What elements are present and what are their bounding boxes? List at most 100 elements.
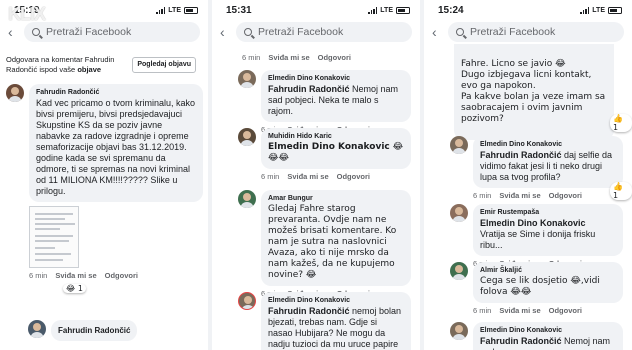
comment-bubble: Fahrudin Radončić xyxy=(51,320,138,341)
like-link[interactable]: Sviđa mi se xyxy=(268,53,309,62)
network-label: LTE xyxy=(380,6,393,14)
avatar[interactable] xyxy=(450,204,468,222)
search-input[interactable]: Pretraži Facebook xyxy=(24,22,200,42)
comment-author[interactable]: Emir Rustempaša xyxy=(480,208,616,218)
comment-author[interactable]: Fahrudin Radončić xyxy=(58,326,130,336)
comment: Amar Bungur Gledaj Fahre starog prevaran… xyxy=(238,190,411,298)
signal-icon xyxy=(368,6,378,14)
comment-author[interactable]: Muhidin Hido Karic xyxy=(268,132,404,142)
comment: Elmedin Dino Konakovic Fahrudin Radončić… xyxy=(450,322,623,350)
avatar[interactable] xyxy=(238,128,256,146)
back-arrow-icon[interactable]: ‹ xyxy=(8,24,18,40)
comment-bubble: Elmedin Dino Konakovic Fahrudin Radončić… xyxy=(473,322,623,350)
comment-bubble: Elmedin Dino Konakovic Fahrudin Radončić… xyxy=(261,70,411,122)
comment-text: Gledaj Fahre starog prevaranta. Ovdje na… xyxy=(268,204,397,280)
comment: Muhidin Hido Karic Elmedin Dino Konakovi… xyxy=(238,128,411,181)
comment-text: Fahre. Licno se javio 😂 Dugo izbjegava l… xyxy=(461,58,606,124)
avatar[interactable] xyxy=(238,292,256,310)
status-time: 15:31 xyxy=(226,4,252,16)
comment: Elmedin Dino Konakovic Fahrudin Radončić… xyxy=(450,136,623,200)
search-input[interactable]: Pretraži Facebook xyxy=(236,22,412,42)
like-link[interactable]: Sviđa mi se xyxy=(499,191,540,200)
attached-document-image[interactable] xyxy=(29,206,79,268)
battery-icon xyxy=(184,6,198,14)
watermark-logo: KLIX xyxy=(8,4,46,24)
comment-actions: 6 min Sviđa mi se Odgovori xyxy=(29,271,203,280)
reply-link[interactable]: Odgovori xyxy=(318,53,351,62)
avatar[interactable] xyxy=(28,320,46,338)
comment: Elmedin Dino Konakovic Fahrudin Radončić… xyxy=(238,70,411,134)
comment: Elmedin Dino Konakovic Fahrudin Radončić… xyxy=(238,292,411,350)
search-icon xyxy=(244,28,252,36)
phone-screen-1: 15:19 LTE ‹ Pretraži Facebook KLIX Odgov… xyxy=(0,0,208,350)
comment-time: 6 min xyxy=(242,53,261,62)
comment-author[interactable]: Elmedin Dino Konakovic xyxy=(268,296,404,306)
signal-icon xyxy=(156,6,166,14)
mention[interactable]: Elmedin Dino Konakovic xyxy=(268,142,390,152)
reaction-count[interactable]: 👍 1 xyxy=(610,114,632,132)
signal-icon xyxy=(580,6,590,14)
avatar[interactable] xyxy=(450,136,468,154)
mention[interactable]: Elmedin Dino Konakovic xyxy=(480,218,586,228)
comment-time: 6 min xyxy=(473,191,492,200)
battery-icon xyxy=(608,6,622,14)
comment-bubble: Amar Bungur Gledaj Fahre starog prevaran… xyxy=(261,190,411,286)
status-bar: 15:24 LTE xyxy=(424,0,632,20)
avatar[interactable] xyxy=(238,70,256,88)
search-input[interactable]: Pretraži Facebook xyxy=(448,22,624,42)
mention[interactable]: Fahrudin Radončić xyxy=(268,306,350,316)
avatar[interactable] xyxy=(450,322,468,340)
comment: Almir Škaljić Cega se lik dosjetio 😂,vid… xyxy=(450,262,623,315)
view-post-button[interactable]: Pogledaj objavu xyxy=(132,57,196,73)
mention[interactable]: Fahrudin Radončić xyxy=(480,336,562,346)
comment-actions: 6 min Sviđa mi se Odgovori xyxy=(473,191,623,200)
reaction-count[interactable]: 😂 1 xyxy=(63,284,86,293)
avatar[interactable] xyxy=(6,84,24,102)
reply-context-bar: Odgovara na komentar Fahrudin Radončić i… xyxy=(6,55,204,75)
reply-link[interactable]: Odgovori xyxy=(549,191,582,200)
comment-author[interactable]: Almir Škaljić xyxy=(480,266,616,276)
comment-actions: 6 min Sviđa mi se Odgovori xyxy=(242,53,351,62)
comment-time: 6 min xyxy=(261,172,280,181)
network-label: LTE xyxy=(592,6,605,14)
avatar[interactable] xyxy=(238,190,256,208)
back-arrow-icon[interactable]: ‹ xyxy=(432,24,442,40)
comment-bubble: Fahre. Licno se javio 😂 Dugo izbjegava l… xyxy=(454,44,614,140)
mention[interactable]: Fahrudin Radončić xyxy=(480,150,562,160)
reply-link[interactable]: Odgovori xyxy=(337,172,370,181)
reaction-count[interactable]: 👍 1 xyxy=(610,182,632,200)
comment-time: 6 min xyxy=(473,306,492,315)
comment-author[interactable]: Amar Bungur xyxy=(268,194,404,204)
network-label: LTE xyxy=(168,6,181,14)
reply-info-bold: objave xyxy=(77,65,102,74)
comment-author[interactable]: Elmedin Dino Konakovic xyxy=(480,326,616,336)
comment: Fahrudin Radončić Kad vec pricamo o tvom… xyxy=(6,84,206,280)
search-icon xyxy=(32,28,40,36)
back-arrow-icon[interactable]: ‹ xyxy=(220,24,230,40)
reply-link[interactable]: Odgovori xyxy=(105,271,138,280)
phone-screen-2: 15:31 LTE ‹ Pretraži Facebook 6 min Sviđ… xyxy=(212,0,420,350)
comment-bubble: Elmedin Dino Konakovic Fahrudin Radončić… xyxy=(473,136,623,188)
comment-author[interactable]: Elmedin Dino Konakovic xyxy=(480,140,616,150)
status-bar: 15:31 LTE xyxy=(212,0,420,20)
comment-author[interactable]: Elmedin Dino Konakovic xyxy=(268,74,404,84)
search-placeholder: Pretraži Facebook xyxy=(46,26,132,38)
comment-actions: 6 min Sviđa mi se Odgovori xyxy=(473,306,623,315)
reply-link[interactable]: Odgovori xyxy=(549,306,582,315)
comment-bubble: Fahrudin Radončić Kad vec pricamo o tvom… xyxy=(29,84,203,202)
comment-bubble: Emir Rustempaša Elmedin Dino Konakovic Vr… xyxy=(473,204,623,256)
search-placeholder: Pretraži Facebook xyxy=(258,26,344,38)
comment: Fahrudin Radončić xyxy=(28,320,138,341)
mention[interactable]: Fahrudin Radončić xyxy=(268,84,350,94)
avatar[interactable] xyxy=(450,262,468,280)
comment-author[interactable]: Fahrudin Radončić xyxy=(36,88,196,98)
like-link[interactable]: Sviđa mi se xyxy=(287,172,328,181)
like-link[interactable]: Sviđa mi se xyxy=(55,271,96,280)
comment-actions: 6 min Sviđa mi se Odgovori xyxy=(261,172,411,181)
like-link[interactable]: Sviđa mi se xyxy=(499,306,540,315)
comment-bubble: Almir Škaljić Cega se lik dosjetio 😂,vid… xyxy=(473,262,623,303)
search-icon xyxy=(456,28,464,36)
comment: Emir Rustempaša Elmedin Dino Konakovic Vr… xyxy=(450,204,623,268)
battery-icon xyxy=(396,6,410,14)
comment-bubble: Muhidin Hido Karic Elmedin Dino Konakovi… xyxy=(261,128,411,169)
